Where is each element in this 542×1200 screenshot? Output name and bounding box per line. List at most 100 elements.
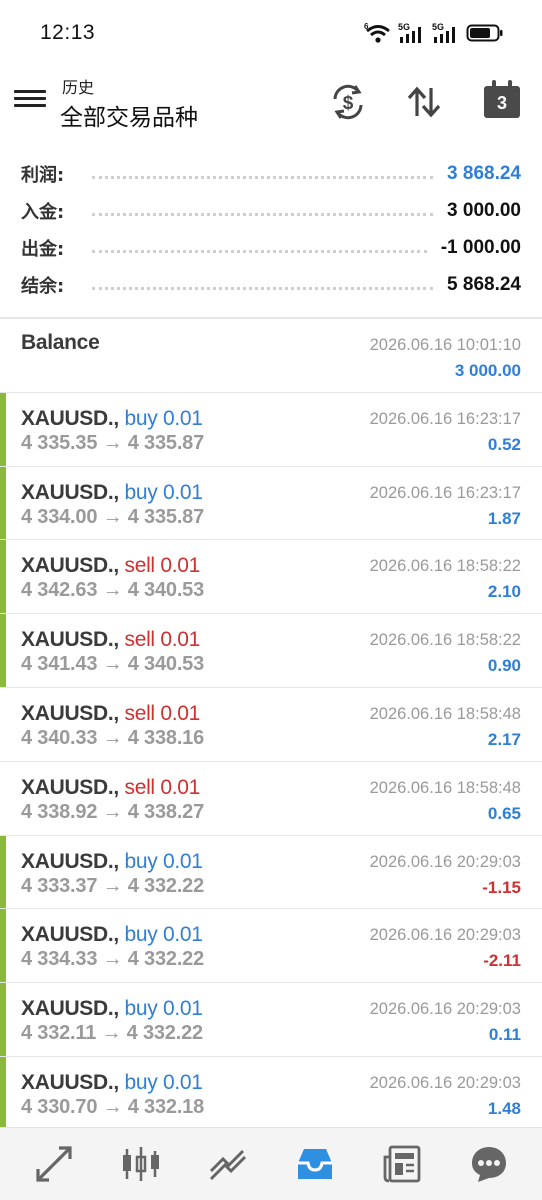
symbol-name: XAUUSD., xyxy=(21,406,119,430)
trade-side: sell 0.01 xyxy=(118,775,201,799)
trade-row[interactable]: XAUUSD., buy 0.01 4 332.11 → 4 332.22 2026… xyxy=(0,983,542,1057)
sort-icon[interactable] xyxy=(402,80,446,124)
position-marker xyxy=(0,835,6,909)
position-marker xyxy=(0,983,6,1056)
symbol-name: XAUUSD., xyxy=(21,628,119,652)
trade-side: sell 0.01 xyxy=(118,554,201,578)
trade-symbol: XAUUSD., sell 0.01 xyxy=(21,702,200,726)
symbol-name: XAUUSD., xyxy=(21,997,119,1021)
account-summary: 利润: 3 868.24 入金: 3 000.00 出金: -1 000.00 … xyxy=(0,155,542,303)
trade-datetime: 2026.06.16 18:58:48 xyxy=(369,778,521,797)
trade-datetime: 2026.06.16 20:29:03 xyxy=(369,926,521,945)
trade-datetime: 2026.06.16 18:58:22 xyxy=(369,557,521,576)
calendar-icon[interactable]: 3 xyxy=(484,80,520,118)
trade-profit: 0.90 xyxy=(487,656,521,676)
trade-prices: 4 341.43 → 4 340.53 xyxy=(21,653,205,676)
trade-side: buy 0.01 xyxy=(118,406,203,430)
trade-side: buy 0.01 xyxy=(118,1070,203,1094)
trade-row[interactable]: XAUUSD., buy 0.01 4 335.35 → 4 335.87 2026… xyxy=(0,392,542,467)
trade-profit: 1.87 xyxy=(487,508,521,528)
history-icon[interactable] xyxy=(285,1136,345,1192)
position-marker xyxy=(0,392,6,466)
summary-profit-row: 利润: 3 868.24 xyxy=(0,155,542,192)
trade-profit: -1.15 xyxy=(482,877,521,897)
trade-profit: 1.48 xyxy=(487,1098,521,1118)
wifi-icon: 6 xyxy=(364,22,390,43)
trade-symbol: XAUUSD., buy 0.01 xyxy=(21,850,203,874)
trade-datetime: 2026.06.16 20:29:03 xyxy=(369,1000,521,1019)
dotted-leader xyxy=(92,250,427,253)
symbol-name: XAUUSD., xyxy=(21,923,119,947)
trade-profit: 0.52 xyxy=(487,434,521,454)
trade-datetime: 2026.06.16 18:58:48 xyxy=(369,704,521,723)
balance-entry-datetime: 2026.06.16 10:01:10 xyxy=(369,336,521,354)
position-marker xyxy=(0,466,6,540)
trade-symbol: XAUUSD., buy 0.01 xyxy=(21,923,203,947)
trade-symbol: XAUUSD., buy 0.01 xyxy=(21,1071,203,1095)
position-marker xyxy=(0,614,6,687)
profit-value: 3 868.24 xyxy=(447,162,521,184)
trade-row[interactable]: XAUUSD., sell 0.01 4 341.43 → 4 340.53 202… xyxy=(0,614,542,688)
balance-value: 5 868.24 xyxy=(447,273,521,295)
trade-profit: 0.11 xyxy=(488,1025,521,1045)
trade-prices: 4 334.00 → 4 335.87 xyxy=(21,505,205,528)
history-list[interactable]: Balance 2026.06.16 10:01:10 3 000.00 XAU… xyxy=(0,319,542,1131)
dotted-leader xyxy=(92,287,434,290)
news-icon[interactable] xyxy=(372,1136,432,1192)
trade-profit: -2.11 xyxy=(483,951,521,971)
chat-icon[interactable] xyxy=(459,1136,519,1192)
trade-row[interactable]: XAUUSD., buy 0.01 4 333.37 → 4 332.22 2026… xyxy=(0,835,542,910)
trade-profit: 2.17 xyxy=(487,729,521,749)
symbol-name: XAUUSD., xyxy=(21,849,119,873)
balance-entry-row[interactable]: Balance 2026.06.16 10:01:10 3 000.00 xyxy=(0,319,542,393)
quotes-icon[interactable] xyxy=(24,1136,84,1192)
balance-entry-amount: 3 000.00 xyxy=(454,361,521,380)
position-marker xyxy=(0,540,6,614)
trade-profit: 2.10 xyxy=(487,582,521,602)
trade-prices: 4 338.92 → 4 338.27 xyxy=(21,800,205,823)
battery-icon xyxy=(466,24,503,42)
clock: 12:13 xyxy=(40,21,96,44)
withdrawal-value: -1 000.00 xyxy=(440,236,521,258)
trade-side: sell 0.01 xyxy=(118,701,201,725)
trade-symbol: XAUUSD., buy 0.01 xyxy=(21,407,203,431)
symbol-name: XAUUSD., xyxy=(21,1070,119,1094)
trade-prices: 4 333.37 → 4 332.22 xyxy=(21,874,205,897)
trade-symbol: XAUUSD., sell 0.01 xyxy=(21,628,200,652)
trade-side: buy 0.01 xyxy=(118,849,203,873)
page-title[interactable]: 全部交易品种 xyxy=(60,98,198,132)
cellular-signal-icon: 5G xyxy=(398,22,421,43)
trade-row[interactable]: XAUUSD., buy 0.01 4 334.33 → 4 332.22 2026… xyxy=(0,909,542,984)
trade-side: buy 0.01 xyxy=(118,997,203,1021)
trade-row[interactable]: XAUUSD., buy 0.01 4 330.70 → 4 332.18 2026… xyxy=(0,1056,542,1131)
sim2-label: 5G xyxy=(432,22,444,32)
trade-icon[interactable] xyxy=(198,1136,258,1192)
deposit-label: 入金: xyxy=(21,201,65,223)
profit-label: 利润: xyxy=(21,164,65,186)
trade-row[interactable]: XAUUSD., buy 0.01 4 334.00 → 4 335.87 2026… xyxy=(0,466,542,541)
trade-datetime: 2026.06.16 16:23:17 xyxy=(369,483,521,502)
summary-balance-row: 结余: 5 868.24 xyxy=(0,266,542,303)
trade-prices: 4 342.63 → 4 340.53 xyxy=(21,579,205,602)
currency-exchange-icon[interactable]: $ xyxy=(326,80,370,124)
trade-datetime: 2026.06.16 16:23:17 xyxy=(369,409,521,428)
symbol-name: XAUUSD., xyxy=(21,775,119,799)
status-bar: 12:13 6 5G 5G xyxy=(0,0,542,68)
menu-icon[interactable] xyxy=(14,86,46,114)
position-marker xyxy=(0,1056,6,1130)
cellular-signal-icon: 5G xyxy=(432,22,455,43)
trade-prices: 4 335.35 → 4 335.87 xyxy=(21,431,205,454)
trade-symbol: XAUUSD., sell 0.01 xyxy=(21,554,200,578)
balance-label: 结余: xyxy=(21,275,65,297)
trade-symbol: XAUUSD., sell 0.01 xyxy=(21,776,200,800)
trade-datetime: 2026.06.16 20:29:03 xyxy=(369,852,521,871)
trade-row[interactable]: XAUUSD., sell 0.01 4 338.92 → 4 338.27 202… xyxy=(0,762,542,836)
trade-row[interactable]: XAUUSD., sell 0.01 4 342.63 → 4 340.53 202… xyxy=(0,540,542,615)
trade-profit: 0.65 xyxy=(487,803,521,823)
bottom-nav xyxy=(0,1127,542,1200)
trade-datetime: 2026.06.16 20:29:03 xyxy=(369,1073,521,1092)
trade-row[interactable]: XAUUSD., sell 0.01 4 340.33 → 4 338.16 202… xyxy=(0,688,542,762)
balance-entry-label: Balance xyxy=(21,331,100,354)
chart-icon[interactable] xyxy=(111,1136,171,1192)
status-icons: 6 5G 5G xyxy=(364,22,504,44)
